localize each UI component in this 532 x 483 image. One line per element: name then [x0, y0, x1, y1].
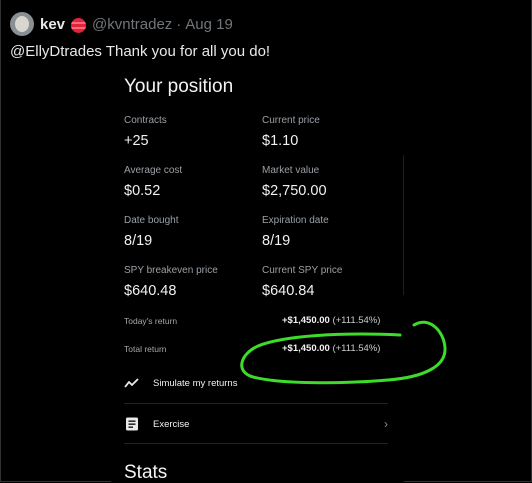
exercise-button[interactable]: Exercise ›	[124, 404, 388, 444]
exercise-label: Exercise	[153, 418, 190, 430]
user-handle[interactable]: @kvntradez	[92, 16, 172, 34]
average-cost-value: $0.52	[124, 183, 161, 199]
breakeven-label: SPY breakeven price	[124, 265, 218, 276]
average-cost-label: Average cost	[124, 165, 183, 176]
simulate-returns-label: Simulate my returns	[153, 377, 238, 389]
date-bought-field: Date bought 8/19	[124, 215, 179, 249]
flag-badge-icon	[71, 17, 87, 33]
trend-line-icon	[124, 378, 139, 388]
tweet-header: kev @kvntradez · Aug 19	[40, 16, 233, 34]
chevron-right-icon: ›	[384, 417, 388, 431]
current-price-label: Current price	[262, 115, 320, 126]
separator: ·	[176, 16, 182, 33]
total-return-value: +$1,450.00 (+111.54%)	[282, 343, 380, 354]
date-bought-label: Date bought	[124, 215, 179, 226]
contracts-value: +25	[124, 133, 149, 149]
market-value-label: Market value	[262, 165, 320, 176]
current-spy-value: $640.84	[262, 283, 315, 299]
document-icon	[126, 417, 138, 431]
date-bought-value: 8/19	[124, 233, 153, 249]
current-spy-label: Current SPY price	[262, 265, 343, 276]
avatar[interactable]	[10, 12, 34, 36]
divider	[124, 443, 388, 444]
total-return-label: Total return	[124, 344, 167, 354]
average-cost-field: Average cost $0.52	[124, 165, 182, 199]
tweet-date[interactable]: Aug 19	[185, 16, 233, 34]
market-value-value: $2,750.00	[262, 183, 327, 199]
breakeven-field: SPY breakeven price $640.48	[124, 265, 218, 299]
total-return-amount: +$1,450.00	[282, 343, 330, 354]
expiration-date-label: Expiration date	[262, 215, 329, 226]
breakeven-value: $640.48	[124, 283, 177, 299]
tweet-text: @EllyDtrades Thank you for all you do!	[10, 43, 271, 60]
todays-return-amount: +$1,450.00	[282, 315, 330, 326]
total-return-percent: (+111.54%)	[332, 343, 381, 354]
todays-return-value: +$1,450.00 (+111.54%)	[282, 315, 380, 326]
simulate-returns-button[interactable]: Simulate my returns	[124, 363, 388, 403]
todays-return-label: Today's return	[124, 316, 178, 326]
divider	[403, 155, 404, 295]
contracts-label: Contracts	[124, 115, 167, 126]
display-name[interactable]: kev	[40, 16, 65, 34]
current-spy-field: Current SPY price $640.84	[262, 265, 342, 299]
todays-return-percent: (+111.54%)	[332, 315, 381, 326]
expiration-date-value: 8/19	[262, 233, 291, 249]
market-value-field: Market value $2,750.00	[262, 165, 327, 199]
expiration-date-field: Expiration date 8/19	[262, 215, 329, 249]
position-title: Your position	[124, 76, 234, 97]
contracts-field: Contracts +25	[124, 115, 167, 149]
current-price-value: $1.10	[262, 133, 299, 149]
stats-heading: Stats	[124, 462, 168, 483]
current-price-field: Current price $1.10	[262, 115, 320, 149]
position-screenshot[interactable]: Your position Contracts +25 Current pric…	[111, 68, 404, 483]
